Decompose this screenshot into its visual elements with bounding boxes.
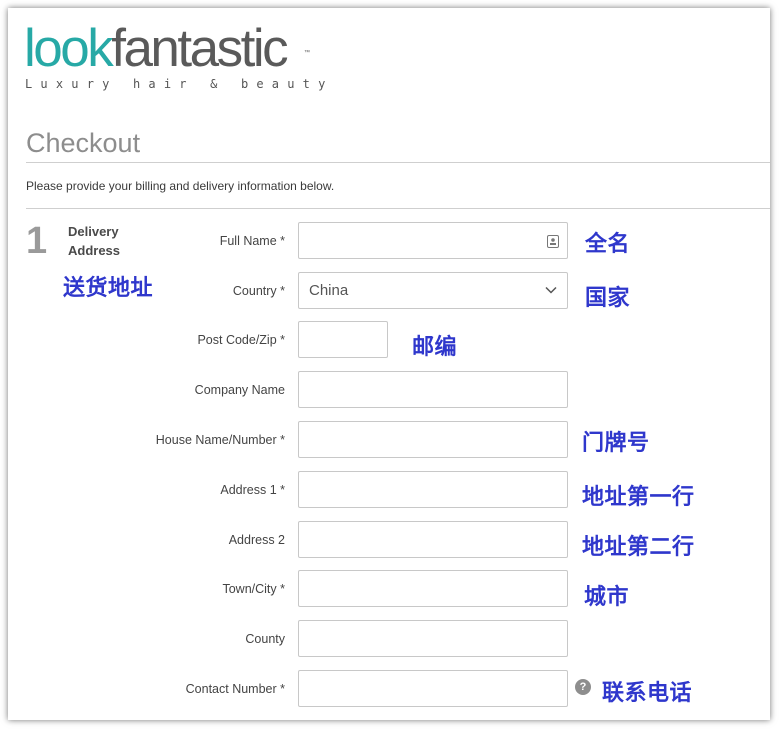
town-city-field[interactable] xyxy=(298,570,568,607)
full-name-label: Full Name * xyxy=(219,234,285,248)
annotation-house-number: 门牌号 xyxy=(582,431,650,456)
help-icon[interactable]: ? xyxy=(575,679,591,695)
page-title: Checkout xyxy=(26,128,141,158)
address1-label: Address 1 * xyxy=(220,483,285,497)
chevron-down-icon xyxy=(545,286,557,294)
logo-trademark: ™ xyxy=(304,50,310,56)
address2-field[interactable] xyxy=(298,521,568,558)
town-city-label: Town/City * xyxy=(222,582,285,596)
logo-fantastic: fantastic xyxy=(111,19,288,78)
intro-text: Please provide your billing and delivery… xyxy=(26,179,335,193)
house-number-label: House Name/Number * xyxy=(155,433,285,447)
county-field[interactable] xyxy=(298,620,568,657)
logo-tagline: Luxury hair & beauty xyxy=(25,77,334,91)
annotation-address2: 地址第二行 xyxy=(582,535,695,560)
address1-field[interactable] xyxy=(298,471,568,508)
page-frame: lookfantastic ™ Luxury hair & beauty Chec… xyxy=(8,8,770,720)
annotation-post-code: 邮编 xyxy=(412,335,458,360)
step-number: 1 xyxy=(26,220,48,262)
address2-label: Address 2 xyxy=(228,533,285,547)
company-name-label: Company Name xyxy=(194,383,285,397)
company-name-field[interactable] xyxy=(298,371,568,408)
country-select[interactable]: China xyxy=(298,272,568,309)
contact-number-field[interactable] xyxy=(298,670,568,707)
logo-wordmark: lookfantastic ™ xyxy=(24,22,334,76)
contact-number-label: Contact Number * xyxy=(185,682,285,696)
logo-look: look xyxy=(24,19,114,78)
annotation-address1: 地址第一行 xyxy=(582,485,695,510)
divider-top xyxy=(26,162,770,163)
country-value: China xyxy=(309,282,349,299)
annotation-country: 国家 xyxy=(585,286,631,311)
full-name-field[interactable] xyxy=(298,222,568,259)
divider-bottom xyxy=(26,208,770,209)
county-label: County xyxy=(245,632,285,646)
house-number-field[interactable] xyxy=(298,421,568,458)
contact-card-icon xyxy=(547,235,559,248)
post-code-field[interactable] xyxy=(298,321,388,358)
annotation-town-city: 城市 xyxy=(584,585,630,610)
post-code-label: Post Code/Zip * xyxy=(197,333,285,347)
step-label: Delivery Address xyxy=(68,224,121,258)
annotation-delivery-address: 送货地址 xyxy=(63,276,154,301)
brand-logo[interactable]: lookfantastic ™ Luxury hair & beauty xyxy=(24,22,334,92)
country-label: Country * xyxy=(232,284,285,298)
annotation-full-name: 全名 xyxy=(585,232,631,257)
annotation-contact-number: 联系电话 xyxy=(602,681,693,706)
